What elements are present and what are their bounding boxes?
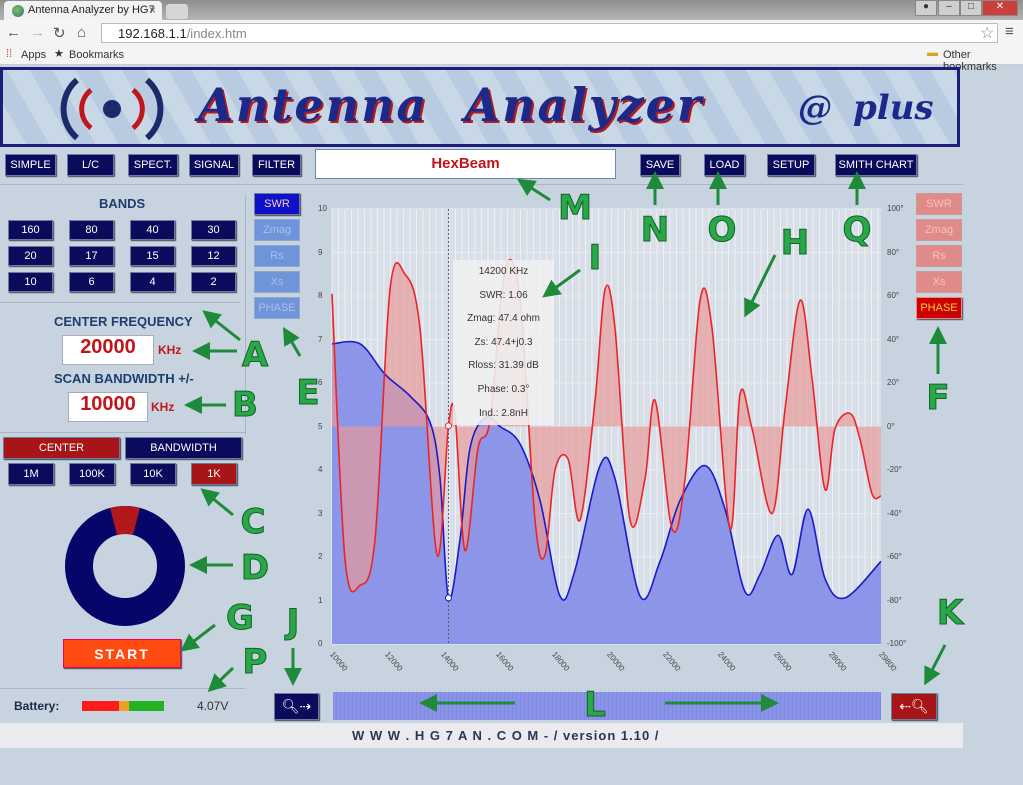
annotation-c: C [240,502,266,542]
y-left-tick: 3 [318,508,323,518]
zoom-out-button[interactable]: 🔍︎⇢ [274,693,319,720]
y-left-tick: 7 [318,334,323,344]
y-right-tick: -80° [887,595,902,605]
annotation-l: L [584,685,607,725]
annotation-d: D [240,548,270,588]
y-left-tick: 1 [318,595,323,605]
tooltip-line: Rloss: 31.39 dB [468,360,539,372]
zoom-in-button[interactable]: ⇠🔍︎ [891,693,937,720]
swr-cursor-marker [444,594,452,602]
annotation-f: F [926,378,950,418]
annotation-b: B [232,385,259,425]
y-right-tick: -100° [887,639,907,648]
annotation-n: N [640,210,670,250]
annotation-j: J [286,602,300,642]
tooltip-line: Zs: 47.4+j0.3 [474,336,533,348]
annotation-h: H [780,223,810,263]
annotation-p: P [242,642,268,682]
tooltip-line: Phase: 0.3° [477,383,530,395]
y-left-tick: 5 [318,421,323,431]
y-right-tick: -60° [887,552,902,561]
y-right-tick: -40° [887,508,902,518]
annotation-q: Q [842,210,872,250]
frequency-scroll-bar[interactable] [333,692,881,720]
y-left-tick: 4 [318,465,323,474]
y-right-tick: 40° [887,334,900,344]
zoom-in-icon: ⇠🔍︎ [899,698,929,714]
zoom-out-icon: 🔍︎⇢ [281,698,312,714]
y-left-tick: 0 [318,639,323,648]
annotation-a: A [241,335,269,375]
footer: W W W . H G 7 A N . C O M - / version 1.… [0,723,963,748]
y-left-tick: 2 [318,552,323,561]
phase-cursor-marker [444,422,452,430]
y-right-tick: 80° [887,247,900,257]
y-right-tick: 60° [887,291,900,300]
y-left-tick: 8 [318,291,323,300]
y-right-tick: 100° [887,204,904,213]
y-left-tick: 10 [318,204,327,213]
tooltip-line: Zmag: 47.4 ohm [467,313,540,325]
y-right-tick: 20° [887,378,900,387]
annotation-e: E [296,373,320,413]
annotation-g: G [226,598,255,638]
tooltip-line: 14200 KHz [478,266,529,277]
y-right-tick: -20° [887,465,902,474]
annotation-o: O [707,210,737,250]
annotation-i: I [588,238,602,278]
cursor-tooltip: 14200 KHz SWR: 1.06 Zmag: 47.4 ohm Zs: 47.4… [453,260,554,425]
y-left-tick: 9 [318,247,323,257]
tooltip-line: Ind.: 2.8nH [479,407,528,419]
annotation-m: M [558,188,593,228]
annotation-k: K [936,593,964,633]
y-right-tick: 0° [887,421,895,431]
tooltip-line: SWR: 1.06 [479,289,528,301]
